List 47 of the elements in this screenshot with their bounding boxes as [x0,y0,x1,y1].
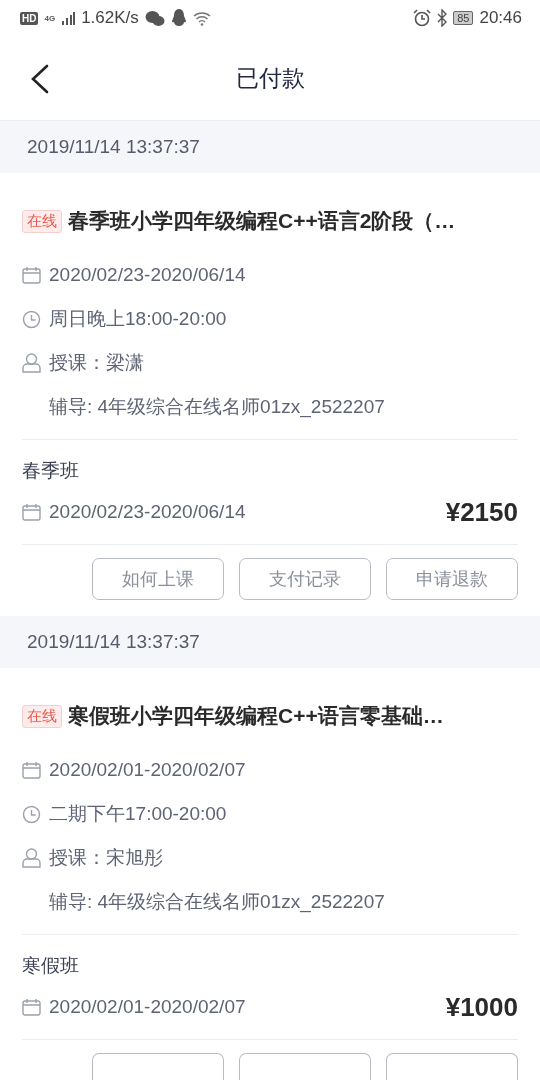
action-button[interactable] [92,1053,224,1080]
course-dates: 2020/02/01-2020/02/07 [49,759,246,781]
teacher-name: 授课：宋旭彤 [49,846,163,870]
term-name: 春季班 [22,459,80,483]
battery-indicator: 85 [453,11,474,25]
calendar-icon [22,998,41,1016]
alarm-icon [413,9,432,27]
order-time: 2019/11/14 13:37:37 [27,136,200,158]
wifi-icon [192,10,211,26]
course-schedule: 二期下午17:00-20:00 [49,802,227,826]
bluetooth-icon [437,9,448,27]
hd-label: HD [20,11,39,25]
network-label: 4G [44,13,56,23]
person-icon [22,353,41,373]
course-title: 春季班小学四年级编程C++语言2阶段（… [68,208,456,234]
course-title: 寒假班小学四年级编程C++语言零基础… [68,703,444,729]
network-speed: 1.62K/s [81,8,139,28]
back-button[interactable] [30,64,50,94]
teacher-name: 授课：梁潇 [49,351,144,375]
clock-icon [22,309,41,329]
action-button[interactable] [239,1053,371,1080]
term-dates: 2020/02/23-2020/06/14 [49,501,246,523]
calendar-icon [22,761,41,779]
chat-icon [144,9,165,27]
action-button[interactable]: 如何上课 [92,558,224,600]
term-name: 寒假班 [22,954,80,978]
tutor-name: 辅导: 4年级综合在线名师01zx_2522207 [48,890,385,915]
person-icon [22,848,41,868]
signal-icon [61,11,76,25]
online-tag: 在线 [22,704,62,728]
clock-time: 20:46 [479,8,522,28]
course-dates: 2020/02/23-2020/06/14 [49,264,246,286]
page-title: 已付款 [235,63,305,93]
term-dates: 2020/02/01-2020/02/07 [49,996,246,1018]
online-tag: 在线 [22,209,62,233]
action-button[interactable]: 申请退款 [386,558,518,600]
action-button[interactable]: 支付记录 [239,558,371,600]
course-schedule: 周日晚上18:00-20:00 [49,307,227,331]
calendar-icon [22,503,41,521]
penguin-icon [170,9,187,27]
price: ¥1000 [445,991,518,1023]
tutor-name: 辅导: 4年级综合在线名师01zx_2522207 [48,395,385,420]
action-button[interactable] [386,1053,518,1080]
order-time: 2019/11/14 13:37:37 [27,631,200,653]
calendar-icon [22,266,41,284]
price: ¥2150 [445,496,518,528]
clock-icon [22,804,41,824]
